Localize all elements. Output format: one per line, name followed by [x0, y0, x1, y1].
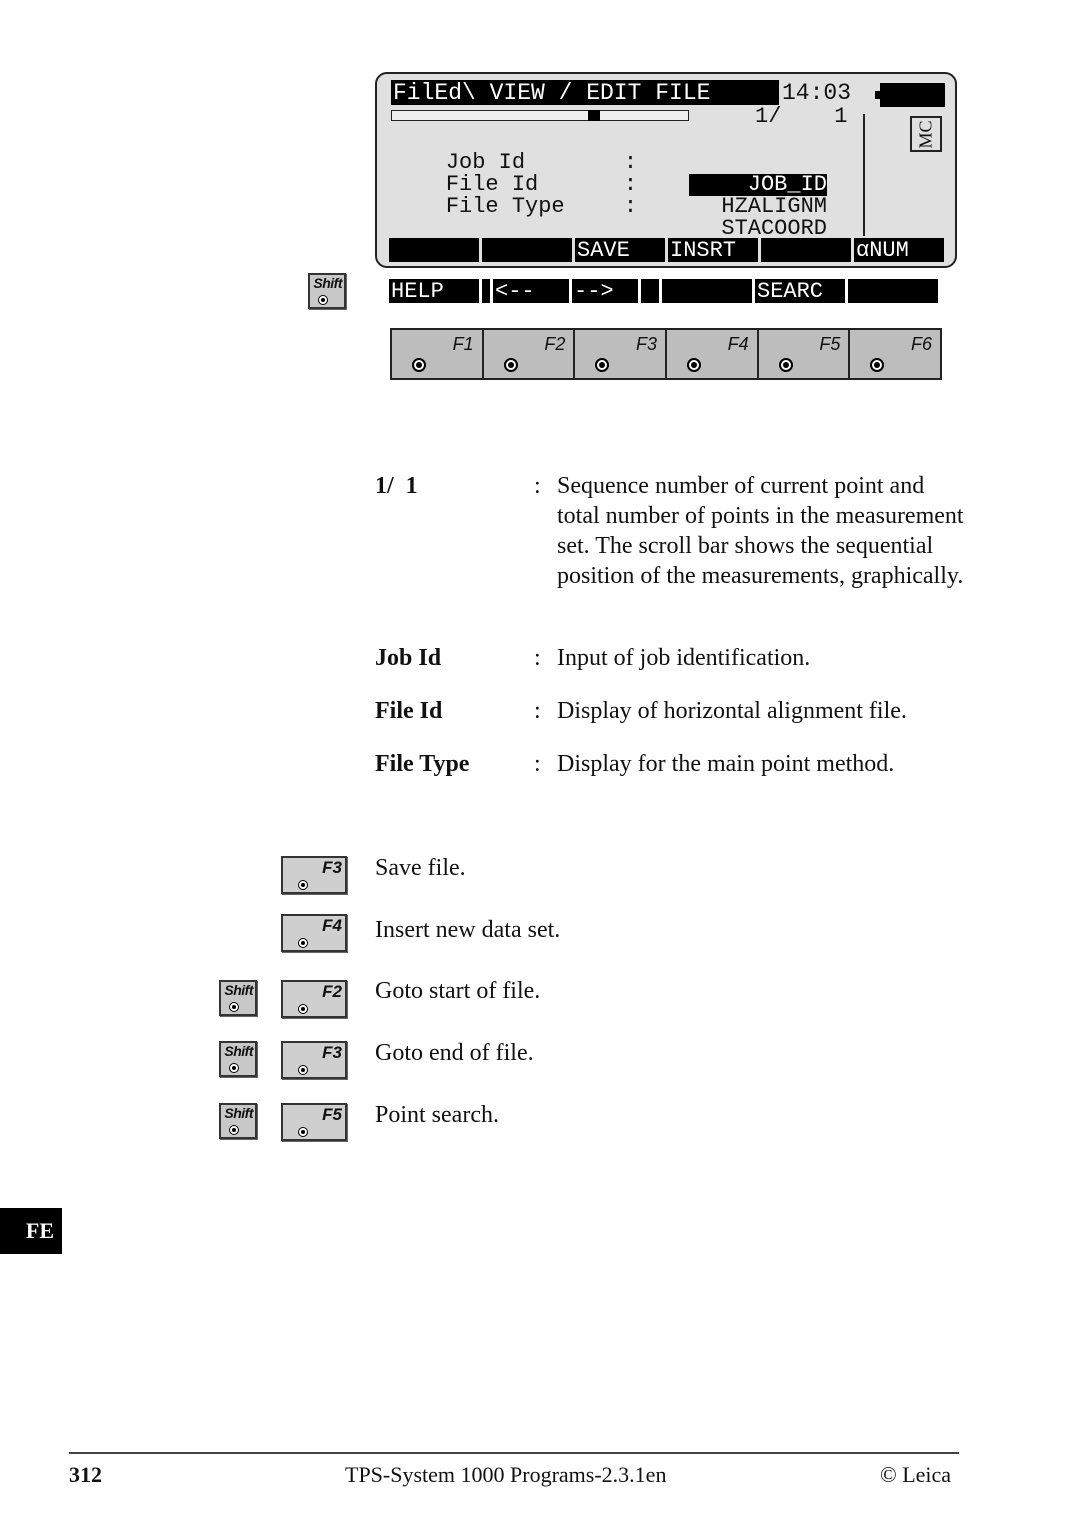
shift-key[interactable]: Shift: [308, 273, 346, 309]
function-key-f1[interactable]: F1: [392, 330, 484, 378]
function-key-f3[interactable]: F3: [575, 330, 668, 378]
key-dot-icon: [595, 358, 610, 372]
key-label: F3: [322, 1043, 342, 1062]
shift-key-label: Shift: [313, 275, 342, 291]
page-number: 312: [69, 1462, 102, 1487]
key-dot-icon: [778, 358, 793, 372]
copyright: © Leica: [880, 1462, 952, 1487]
key-label: F2: [322, 982, 342, 1001]
softkey-f6-blank[interactable]: [848, 279, 938, 303]
action-point-search: Point search.: [375, 1102, 499, 1128]
key-f3[interactable]: F3: [281, 1041, 347, 1079]
clock: 14:03: [782, 80, 852, 106]
term: File Id: [375, 698, 443, 724]
shift-key[interactable]: Shift: [219, 1103, 257, 1139]
key-f4[interactable]: F4: [281, 914, 347, 952]
key-dot-icon: [687, 358, 702, 372]
definition: Display for the main point method.: [557, 751, 895, 777]
key-dot-icon: [229, 1063, 239, 1073]
key-dot-icon: [298, 1004, 308, 1014]
softkey-f2[interactable]: [482, 238, 572, 262]
key-dot-icon: [298, 1065, 308, 1075]
action-goto-end: Goto end of file.: [375, 1040, 534, 1066]
softkey-f5[interactable]: [761, 238, 851, 262]
key-dot-icon: [229, 1002, 239, 1012]
key-dot-icon: [870, 358, 885, 372]
key-label: F2: [544, 334, 566, 354]
function-key-f5[interactable]: F5: [759, 330, 851, 378]
key-label: F1: [452, 334, 474, 354]
definition: Sequence number of current point and tot…: [557, 473, 964, 589]
key-label: F5: [819, 334, 841, 354]
key-label: F4: [727, 334, 749, 354]
colon: :: [534, 645, 541, 671]
softkey-bar: SAVE INSRT αNUM: [389, 238, 944, 263]
file-type-value: STACOORD: [721, 216, 827, 241]
mode-badge-label: MC: [915, 119, 936, 149]
battery-icon: [875, 83, 945, 107]
key-f3[interactable]: F3: [281, 856, 347, 894]
key-dot-icon: [318, 295, 328, 305]
term: 1/ 1: [375, 473, 418, 499]
key-dot-icon: [229, 1125, 239, 1135]
screen-title: FilEd\ VIEW / EDIT FILE: [391, 80, 779, 106]
footer-rule: [69, 1452, 959, 1454]
shift-key-label: Shift: [224, 1105, 253, 1121]
field-label: File Type: [445, 194, 565, 219]
file-id-value: HZALIGNM: [721, 194, 827, 219]
key-label: F3: [322, 858, 342, 877]
softkey-alpha-num[interactable]: αNUM: [854, 238, 944, 263]
key-dot-icon: [298, 938, 308, 948]
softkey-help[interactable]: HELP: [389, 279, 479, 304]
action-insert-data-set: Insert new data set.: [375, 917, 561, 943]
softkey-search[interactable]: SEARC: [755, 279, 845, 304]
key-f2[interactable]: F2: [281, 980, 347, 1018]
definition: Input of job identification.: [557, 645, 811, 671]
function-key-f6[interactable]: F6: [850, 330, 940, 378]
definition: Display of horizontal alignment file.: [557, 698, 907, 724]
key-label: F4: [322, 916, 342, 935]
key-dot-icon: [298, 1127, 308, 1137]
term: File Type: [375, 751, 470, 777]
key-dot-icon: [412, 358, 426, 372]
scroll-thumb[interactable]: [588, 110, 600, 121]
key-label: F3: [636, 334, 658, 354]
shift-softkey-bar: HELP <-- --> SEARC: [389, 279, 938, 304]
softkey-f5-blank[interactable]: [662, 279, 752, 303]
scroll-bar[interactable]: [391, 110, 689, 121]
key-dot-icon: [503, 358, 518, 372]
field-colon: :: [623, 194, 638, 219]
shift-key-label: Shift: [224, 982, 253, 998]
shift-key-label: Shift: [224, 1043, 253, 1059]
key-label: F6: [911, 334, 933, 354]
record-counter: 1/ 1: [755, 104, 848, 129]
term: Job Id: [375, 645, 442, 671]
softkey-goto-end[interactable]: -->: [572, 279, 638, 304]
softkey-f1[interactable]: [389, 238, 479, 262]
colon: :: [534, 473, 541, 499]
function-key-f4[interactable]: F4: [667, 330, 759, 378]
shift-key[interactable]: Shift: [219, 980, 257, 1016]
softkey-insrt[interactable]: INSRT: [668, 238, 758, 263]
chapter-tab: FE: [0, 1208, 62, 1254]
job-id-input[interactable]: JOB_ID: [689, 174, 827, 196]
key-dot-icon: [298, 880, 308, 890]
action-goto-start: Goto start of file.: [375, 978, 541, 1004]
footer-title: TPS-System 1000 Programs-2.3.1en: [345, 1462, 667, 1487]
softkey-separator: [482, 279, 490, 303]
function-key-row: F1 F2 F3 F4 F5 F6: [390, 328, 942, 380]
divider: [863, 114, 865, 236]
action-save-file: Save file.: [375, 855, 466, 881]
softkey-save[interactable]: SAVE: [575, 238, 665, 263]
function-key-f2[interactable]: F2: [484, 330, 576, 378]
key-f5[interactable]: F5: [281, 1103, 347, 1141]
softkey-goto-start[interactable]: <--: [493, 279, 569, 304]
colon: :: [534, 751, 541, 777]
mode-badge: MC: [910, 116, 942, 152]
shift-key[interactable]: Shift: [219, 1041, 257, 1077]
key-label: F5: [322, 1105, 342, 1124]
colon: :: [534, 698, 541, 724]
softkey-separator: [641, 279, 659, 303]
